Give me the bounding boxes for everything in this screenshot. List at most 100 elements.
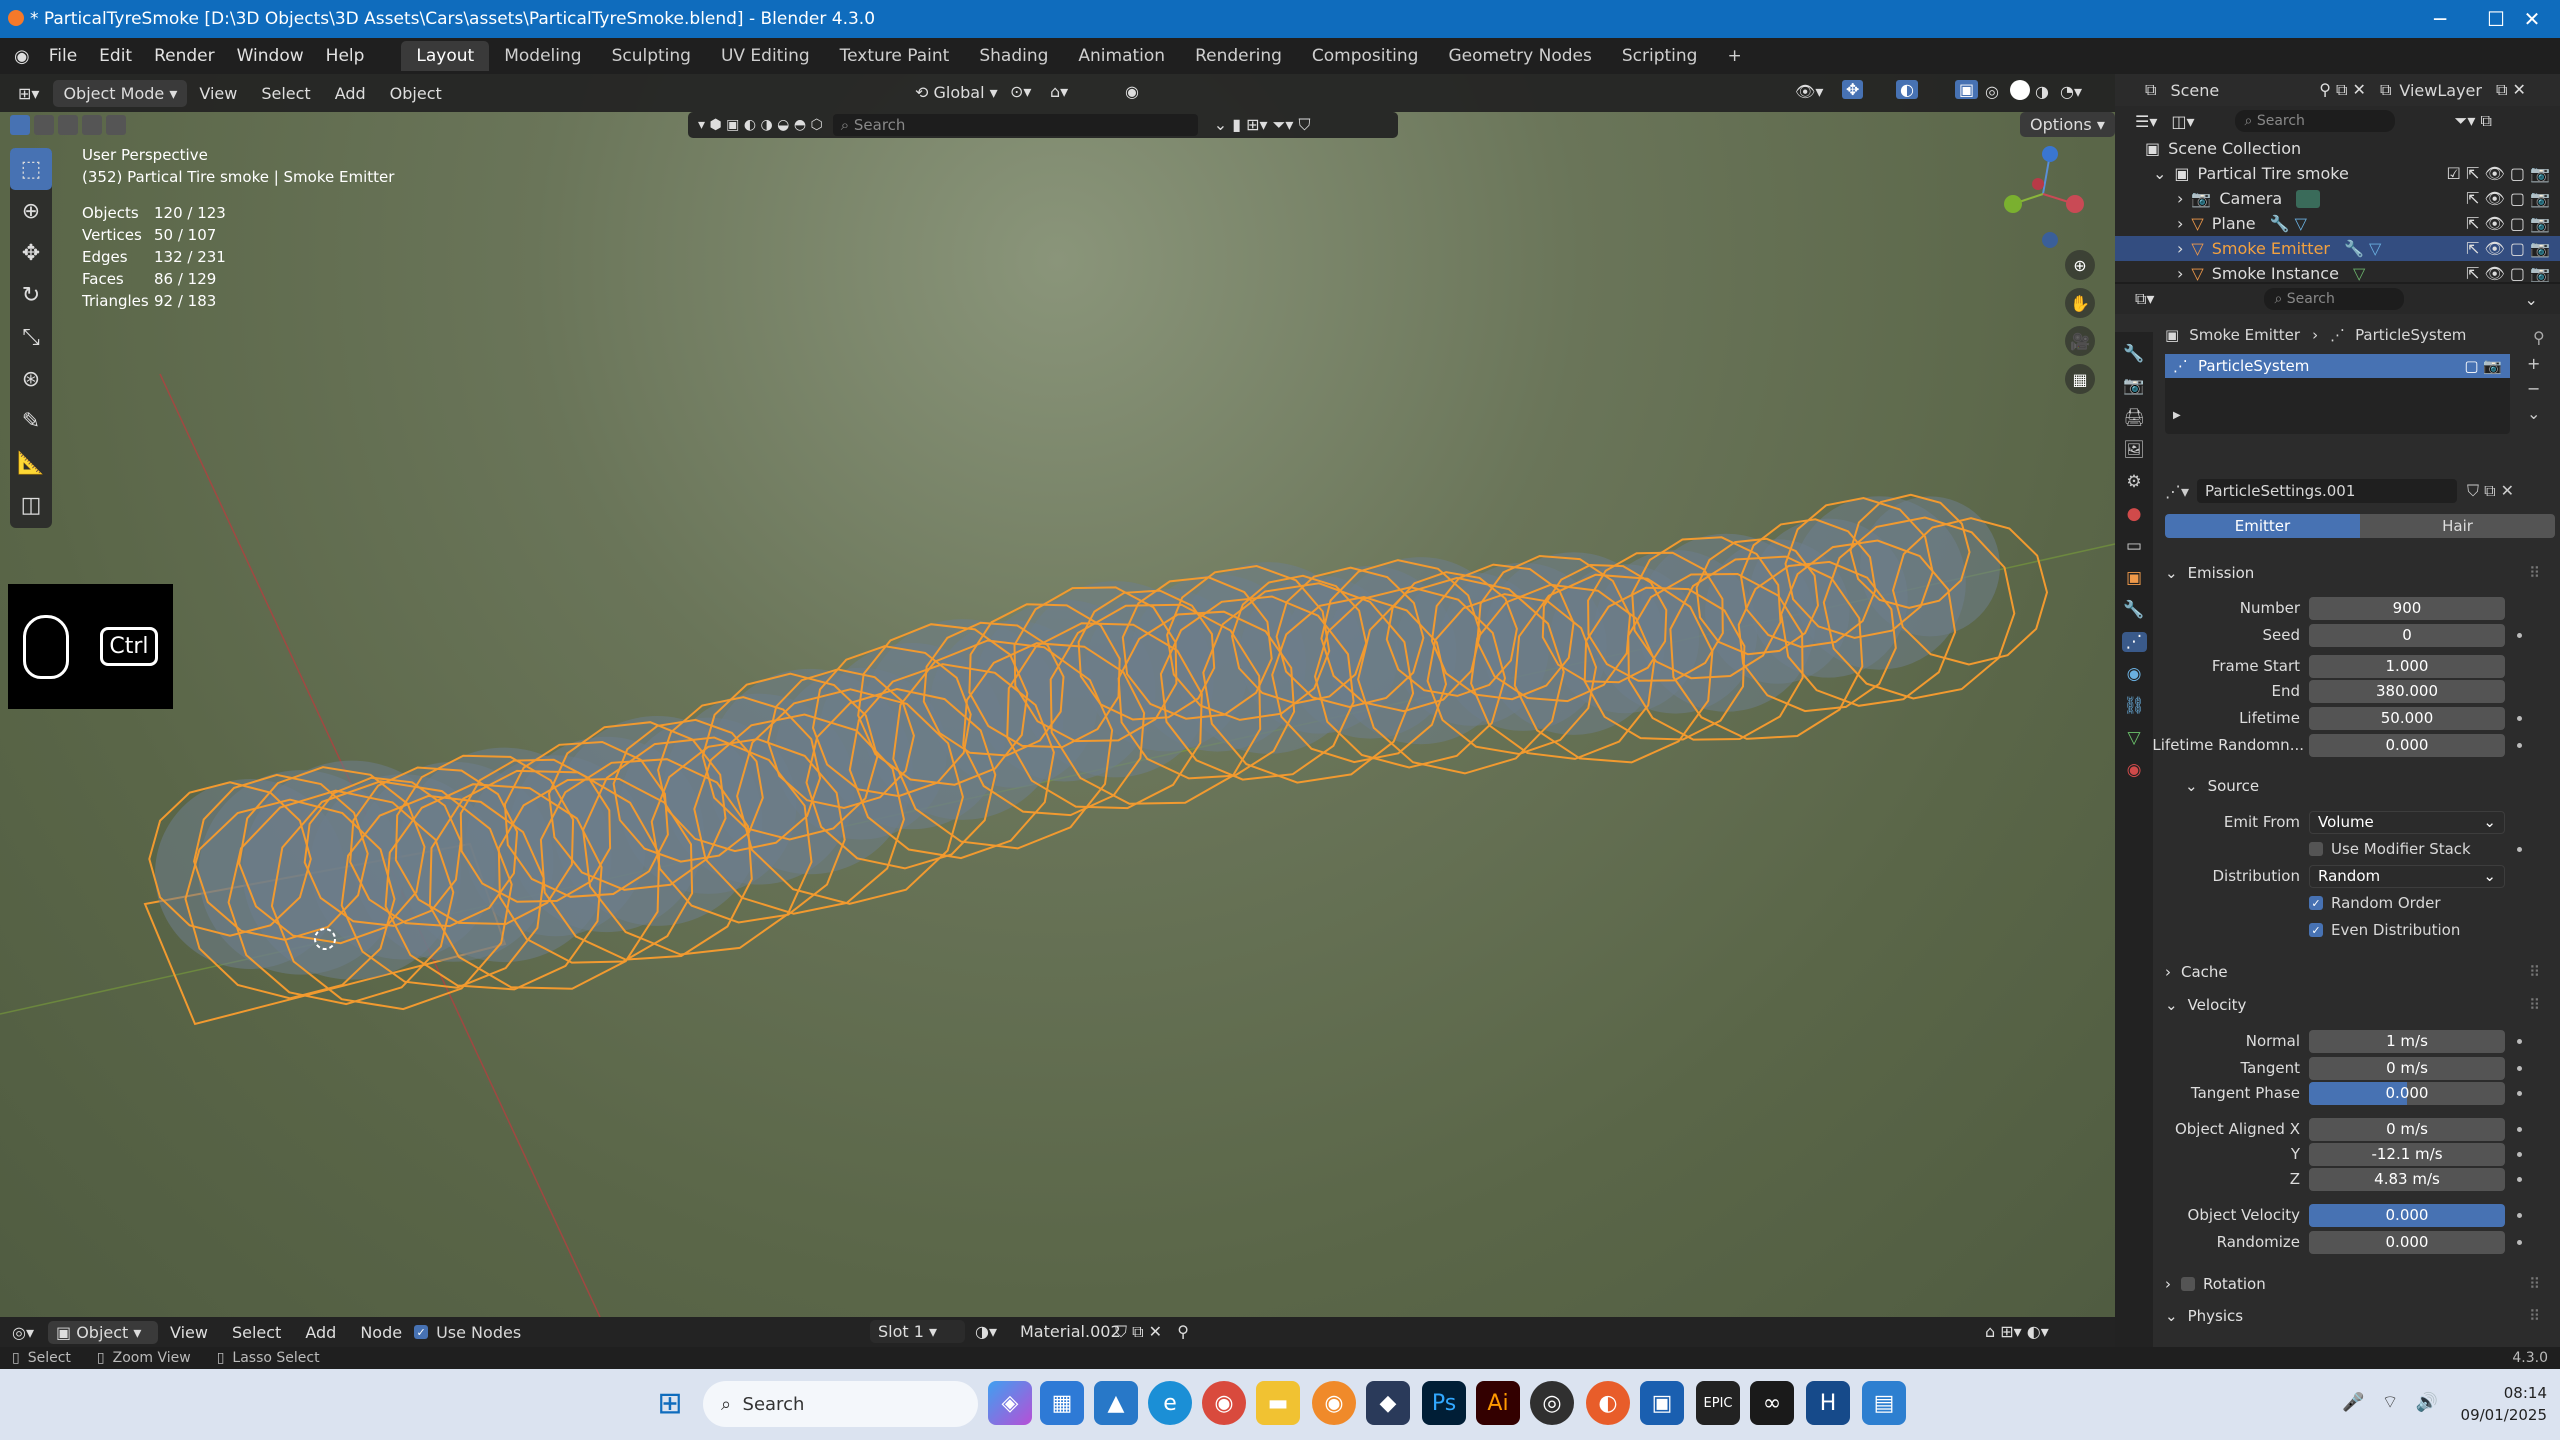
windows-start-icon[interactable]: ⊞ — [648, 1381, 692, 1425]
outliner-editor-icon[interactable]: ☰▾ — [2135, 112, 2157, 131]
notepad-icon[interactable]: ▤ — [1862, 1381, 1906, 1425]
outliner-filter-icon[interactable]: ⏷▾ ⧉ — [2455, 111, 2492, 131]
settings-actions-icon[interactable]: ⛉ ⧉ ✕ — [2467, 481, 2514, 501]
data-tab-icon[interactable]: ▽ — [2127, 728, 2140, 748]
keyframe-dot-icon[interactable] — [2517, 1038, 2522, 1044]
world-tab-icon[interactable]: ● — [2127, 504, 2142, 524]
chevron-right-icon[interactable]: › — [2177, 189, 2183, 208]
lifetime-random-field[interactable]: 0.000 — [2309, 733, 2505, 757]
taskbar-search[interactable]: ⌕ Search — [703, 1381, 978, 1427]
output-tab-icon[interactable]: 🖨 — [2123, 408, 2145, 428]
keyframe-dot-icon[interactable] — [2517, 715, 2522, 721]
emit-from-dropdown[interactable]: Volume ⌄ — [2309, 810, 2505, 834]
pin-icon[interactable]: ⚲ — [2533, 328, 2545, 347]
ortho-grid-icon[interactable]: ▦ — [2065, 364, 2095, 394]
blender-taskbar-icon[interactable]: ◉ — [1312, 1381, 1356, 1425]
emission-header[interactable]: ⌄ Emission ⠿ — [2165, 559, 2540, 587]
object-aligned-z-field[interactable]: 4.83 m/s — [2309, 1167, 2505, 1191]
edge-icon[interactable]: e — [1148, 1381, 1192, 1425]
app-icon[interactable]: ◐ — [1586, 1381, 1630, 1425]
rotation-header[interactable]: › Rotation ⠿ — [2165, 1270, 2540, 1298]
use-nodes-toggle[interactable]: ✓ Use Nodes — [414, 1323, 521, 1342]
tangent-velocity-field[interactable]: 0 m/s — [2309, 1056, 2505, 1080]
keyframe-dot-icon[interactable] — [2517, 1239, 2522, 1245]
frame-end-field[interactable]: 380.000 — [2309, 679, 2505, 703]
particle-settings-browse-icon[interactable]: ⋰▾ — [2165, 482, 2189, 501]
display-mode-icon[interactable]: ◫▾ — [2171, 112, 2194, 131]
number-field[interactable]: 900 — [2309, 596, 2505, 620]
particles-tab-icon[interactable]: ⋰ — [2121, 632, 2147, 652]
keyframe-dot-icon[interactable] — [2517, 1176, 2522, 1182]
keyframe-dot-icon[interactable] — [2517, 742, 2522, 748]
object-aligned-y-field[interactable]: -12.1 m/s — [2309, 1142, 2505, 1166]
tab-uv-editing[interactable]: UV Editing — [706, 41, 825, 71]
zoom-icon[interactable]: ⊕ — [2065, 250, 2095, 280]
scene-name[interactable]: Scene — [2170, 81, 2219, 100]
menu-edit[interactable]: Edit — [88, 46, 143, 66]
tab-animation[interactable]: Animation — [1063, 41, 1180, 71]
tab-modeling[interactable]: Modeling — [489, 41, 596, 71]
even-distribution-checkbox[interactable]: ✓ — [2309, 923, 2323, 937]
taskbar-clock[interactable]: 08:14 09/01/2025 — [2452, 1382, 2547, 1426]
use-modifier-stack-checkbox[interactable] — [2309, 842, 2323, 856]
list-expand-icon[interactable]: ▶ — [2173, 410, 2181, 421]
material-name-field[interactable]: Material.002 — [1020, 1322, 1121, 1341]
keyframe-dot-icon[interactable] — [2517, 1212, 2522, 1218]
snapping-icons[interactable]: ⌂ ⊞▾ ◐▾ — [1985, 1322, 2049, 1341]
frame-start-field[interactable]: 1.000 — [2309, 654, 2505, 678]
menu-render[interactable]: Render — [143, 46, 226, 66]
seed-field[interactable]: 0 — [2309, 623, 2505, 647]
blender-menu-icon[interactable]: ◉ — [14, 46, 30, 67]
tab-rendering[interactable]: Rendering — [1180, 41, 1297, 71]
keyframe-dot-icon[interactable] — [2517, 1126, 2522, 1132]
emitter-tab[interactable]: Emitter — [2165, 514, 2360, 538]
scene-tab-icon[interactable]: ⚙ — [2126, 472, 2141, 492]
constraints-tab-icon[interactable]: ⛓ — [2123, 696, 2145, 716]
physics-tab-icon[interactable]: ◉ — [2127, 664, 2142, 684]
chevron-right-icon[interactable]: › — [2177, 264, 2183, 283]
object-velocity-slider[interactable]: 0.000 — [2309, 1203, 2505, 1227]
tray-icons[interactable]: 🎤 ⌔ 🔊 — [2342, 1391, 2438, 1414]
list-side-buttons[interactable]: + − ⌄ — [2527, 354, 2540, 423]
menu-help[interactable]: Help — [315, 46, 376, 66]
shader-type-dropdown[interactable]: ▣ Object ▾ — [48, 1320, 158, 1344]
object-tab-icon[interactable]: ▣ — [2126, 568, 2142, 588]
copilot-icon[interactable]: ◈ — [988, 1381, 1032, 1425]
outliner-item-plane[interactable]: › ▽ Plane 🔧 ▽ ⇱ 👁 ▢ 📷 — [2115, 211, 2560, 236]
randomize-field[interactable]: 0.000 — [2309, 1230, 2505, 1254]
window-app-icon[interactable]: ▣ — [1640, 1381, 1684, 1425]
keyframe-dot-icon[interactable] — [2517, 1090, 2522, 1096]
viewlayer-name[interactable]: ViewLayer — [2399, 81, 2482, 100]
tab-geometry-nodes[interactable]: Geometry Nodes — [1433, 41, 1606, 71]
tangent-phase-slider[interactable]: 0.000 — [2309, 1081, 2505, 1105]
modifier-tab-icon[interactable]: 🔧 — [2123, 600, 2144, 620]
obs-icon[interactable]: ◎ — [1530, 1381, 1574, 1425]
node-menu[interactable]: Node — [348, 1323, 414, 1342]
add-workspace-button[interactable]: + — [1712, 41, 1756, 71]
object-aligned-x-field[interactable]: 0 m/s — [2309, 1117, 2505, 1141]
keyframe-dot-icon[interactable] — [2517, 1151, 2522, 1157]
hair-tab[interactable]: Hair — [2360, 514, 2555, 538]
properties-options-icon[interactable]: ⌄ — [2524, 290, 2537, 309]
chevron-down-icon[interactable]: ⌄ — [2153, 164, 2166, 183]
physics-header[interactable]: ⌄ Physics ⠿ — [2165, 1302, 2540, 1330]
tab-texture-paint[interactable]: Texture Paint — [825, 41, 965, 71]
outliner-collection[interactable]: ⌄ ▣ Partical Tire smoke ☑ ⇱ 👁 ▢ 📷 — [2115, 161, 2560, 186]
outliner-root[interactable]: ▣ Scene Collection — [2115, 136, 2560, 161]
meta-icon[interactable]: ∞ — [1750, 1381, 1794, 1425]
velocity-header[interactable]: ⌄ Velocity ⠿ — [2165, 991, 2540, 1019]
photos-icon[interactable]: ▲ — [1094, 1381, 1138, 1425]
chevron-right-icon[interactable]: › — [2177, 214, 2183, 233]
properties-editor-icon[interactable]: ⧉▾ — [2135, 289, 2154, 309]
tab-sculpting[interactable]: Sculpting — [597, 41, 706, 71]
tab-scripting[interactable]: Scripting — [1607, 41, 1713, 71]
pan-hand-icon[interactable]: ✋ — [2065, 288, 2095, 318]
photoshop-icon[interactable]: Ps — [1422, 1381, 1466, 1425]
camera-view-icon[interactable]: 🎥 — [2065, 326, 2095, 356]
illustrator-icon[interactable]: Ai — [1476, 1381, 1520, 1425]
outliner-item-camera[interactable]: › 📷 Camera ⇱ 👁 ▢ 📷 — [2115, 186, 2560, 211]
material-tab-icon[interactable]: ◉ — [2127, 760, 2142, 780]
store-icon[interactable]: ▦ — [1040, 1381, 1084, 1425]
keyframe-dot-icon[interactable] — [2517, 846, 2522, 852]
tool-tab-icon[interactable]: 🔧 — [2123, 344, 2144, 364]
